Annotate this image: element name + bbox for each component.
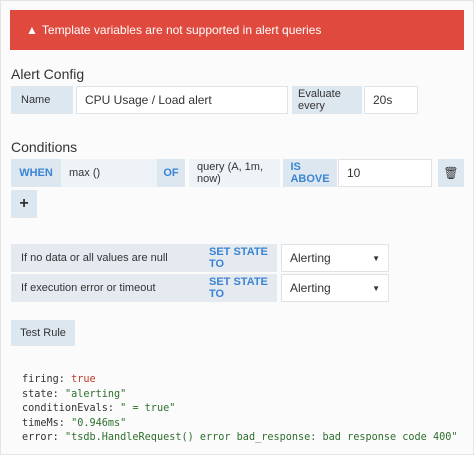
result-condition-evals: conditionEvals: " = true" [22, 403, 176, 414]
no-data-label: If no data or all values are null [11, 244, 201, 272]
test-result-output: firing: true state: "alerting" conditionEv… [22, 373, 457, 446]
when-keyword: WHEN [11, 159, 61, 187]
result-error: error: "tsdb.HandleRequest() error bad_r… [22, 432, 458, 443]
evaluate-every-label: Evaluate every [292, 86, 362, 114]
query-select[interactable]: query (A, 1m, now) [189, 159, 280, 187]
exec-error-state-value: Alerting [290, 281, 331, 295]
warning-banner: ▲ Template variables are not supported i… [10, 10, 464, 50]
exec-error-action: SET STATE TO [201, 274, 277, 302]
chevron-down-icon: ▼ [372, 253, 380, 263]
exec-error-state-select[interactable]: Alerting ▼ [281, 274, 389, 302]
chevron-down-icon: ▼ [372, 283, 380, 293]
exec-error-row: If execution error or timeout SET STATE … [11, 274, 389, 302]
alert-config-title: Alert Config [11, 66, 85, 82]
test-rule-button[interactable]: Test Rule [11, 320, 75, 346]
condition-row: WHEN max () OF query (A, 1m, now) IS ABO… [11, 159, 464, 187]
conditions-title: Conditions [11, 139, 78, 155]
add-condition-row: + [11, 190, 37, 218]
of-keyword: OF [157, 159, 185, 187]
comparator-select[interactable]: IS ABOVE [283, 159, 337, 187]
no-data-state-value: Alerting [290, 251, 331, 265]
alert-config-row: Name CPU Usage / Load alert Evaluate eve… [11, 86, 418, 114]
evaluate-every-input[interactable]: 20s [364, 86, 418, 114]
warning-icon: ▲ [26, 23, 38, 37]
reducer-select[interactable]: max () [61, 159, 157, 187]
name-input[interactable]: CPU Usage / Load alert [76, 86, 288, 114]
name-label: Name [11, 86, 73, 114]
result-time: timeMs: "0.946ms" [22, 417, 127, 429]
exec-error-label: If execution error or timeout [11, 274, 201, 302]
threshold-input[interactable]: 10 [338, 159, 432, 187]
add-condition-button[interactable]: + [11, 190, 37, 218]
no-data-state-select[interactable]: Alerting ▼ [281, 244, 389, 272]
trash-icon: 🗑 [443, 166, 459, 180]
warning-message: Template variables are not supported in … [41, 23, 322, 37]
delete-condition-button[interactable]: 🗑 [438, 159, 464, 187]
no-data-action: SET STATE TO [201, 244, 277, 272]
no-data-row: If no data or all values are null SET ST… [11, 244, 389, 272]
result-firing: firing: true [22, 374, 96, 385]
result-state: state: "alerting" [22, 388, 127, 400]
